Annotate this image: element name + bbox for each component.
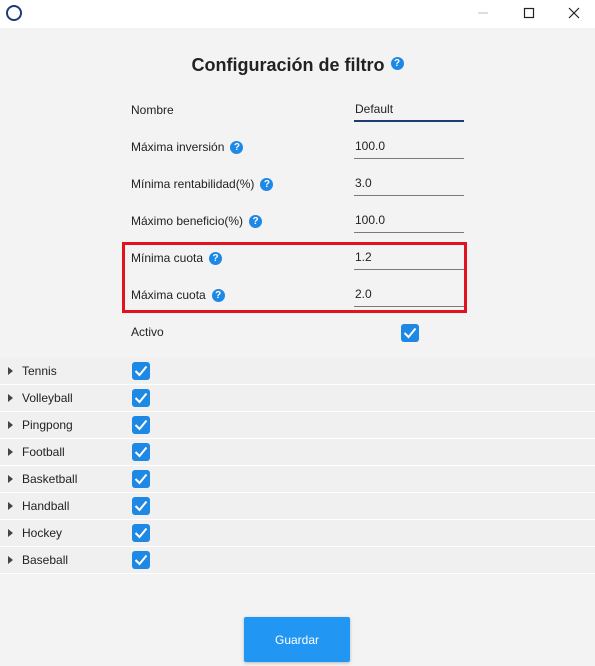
sport-name: Hockey bbox=[22, 526, 63, 540]
minimize-icon bbox=[478, 12, 488, 14]
sport-checkbox[interactable] bbox=[132, 470, 150, 488]
sport-checkbox[interactable] bbox=[132, 389, 150, 407]
sport-row[interactable]: Pingpong bbox=[0, 412, 595, 439]
save-button[interactable]: Guardar bbox=[244, 617, 350, 662]
highlight-box bbox=[122, 242, 467, 313]
caret-right-icon[interactable] bbox=[8, 529, 13, 537]
max-beneficio-row: Máximo beneficio(%)? 100.0 bbox=[131, 210, 464, 234]
caret-right-icon[interactable] bbox=[8, 556, 13, 564]
maximize-button[interactable] bbox=[506, 0, 552, 28]
sport-name: Tennis bbox=[22, 364, 57, 378]
sport-row[interactable]: Hockey bbox=[0, 520, 595, 547]
sport-row[interactable]: Handball bbox=[0, 493, 595, 520]
sport-checkbox[interactable] bbox=[132, 497, 150, 515]
sport-name: Handball bbox=[22, 499, 70, 513]
sport-row[interactable]: Tennis bbox=[0, 358, 595, 385]
caret-right-icon[interactable] bbox=[8, 475, 13, 483]
app-icon bbox=[6, 5, 22, 21]
sport-checkbox[interactable] bbox=[132, 524, 150, 542]
sport-row[interactable]: Basketball bbox=[0, 466, 595, 493]
check-icon bbox=[134, 365, 148, 377]
max-inversion-input[interactable]: 100.0 bbox=[354, 136, 464, 159]
sport-name: Basketball bbox=[22, 472, 78, 486]
check-icon bbox=[134, 446, 148, 458]
caret-right-icon[interactable] bbox=[8, 502, 13, 510]
activo-label: Activo bbox=[131, 325, 164, 339]
min-rentabilidad-row: Mínima rentabilidad(%)? 3.0 bbox=[131, 173, 464, 197]
caret-right-icon[interactable] bbox=[8, 421, 13, 429]
sport-list: Tennis Volleyball Pingpong Football Basketba… bbox=[0, 358, 595, 574]
check-icon bbox=[134, 473, 148, 485]
sport-row[interactable]: Baseball bbox=[0, 547, 595, 574]
sport-name: Pingpong bbox=[22, 418, 73, 432]
check-icon bbox=[134, 554, 148, 566]
caret-right-icon[interactable] bbox=[8, 448, 13, 456]
title-bar bbox=[0, 0, 595, 28]
help-icon[interactable]: ? bbox=[230, 141, 244, 155]
check-icon bbox=[134, 527, 148, 539]
sport-checkbox[interactable] bbox=[132, 551, 150, 569]
check-icon bbox=[403, 327, 417, 339]
page-title-text: Configuración de filtro bbox=[191, 54, 385, 75]
nombre-row: Nombre Default bbox=[131, 99, 464, 123]
page-title: Configuración de filtro? bbox=[0, 54, 595, 76]
sport-name: Football bbox=[22, 445, 65, 459]
help-icon[interactable]: ? bbox=[249, 215, 263, 229]
caret-right-icon[interactable] bbox=[8, 367, 13, 375]
caret-right-icon[interactable] bbox=[8, 394, 13, 402]
min-rentabilidad-label-text: Mínima rentabilidad(%) bbox=[131, 177, 255, 191]
max-inversion-label-text: Máxima inversión bbox=[131, 140, 225, 154]
check-icon bbox=[134, 419, 148, 431]
sport-checkbox[interactable] bbox=[132, 416, 150, 434]
sport-row[interactable]: Volleyball bbox=[0, 385, 595, 412]
min-rentabilidad-input[interactable]: 3.0 bbox=[354, 173, 464, 196]
close-button[interactable] bbox=[551, 0, 595, 28]
nombre-label: Nombre bbox=[131, 103, 174, 117]
sport-checkbox[interactable] bbox=[132, 362, 150, 380]
sport-name: Volleyball bbox=[22, 391, 73, 405]
sport-row[interactable]: Football bbox=[0, 439, 595, 466]
max-inversion-row: Máxima inversión? 100.0 bbox=[131, 136, 464, 160]
minimize-button[interactable] bbox=[460, 0, 506, 28]
nombre-input[interactable]: Default bbox=[354, 99, 464, 122]
maximize-icon bbox=[523, 7, 535, 19]
max-beneficio-label-text: Máximo beneficio(%) bbox=[131, 214, 244, 228]
close-icon bbox=[568, 7, 580, 19]
sport-name: Baseball bbox=[22, 553, 69, 567]
max-beneficio-input[interactable]: 100.0 bbox=[354, 210, 464, 233]
min-rentabilidad-label: Mínima rentabilidad(%)? bbox=[131, 177, 274, 192]
help-icon[interactable]: ? bbox=[260, 178, 274, 192]
activo-checkbox[interactable] bbox=[401, 324, 419, 342]
check-icon bbox=[134, 500, 148, 512]
sport-checkbox[interactable] bbox=[132, 443, 150, 461]
help-icon[interactable]: ? bbox=[390, 56, 404, 70]
max-inversion-label: Máxima inversión? bbox=[131, 140, 244, 155]
max-beneficio-label: Máximo beneficio(%)? bbox=[131, 214, 263, 229]
check-icon bbox=[134, 392, 148, 404]
